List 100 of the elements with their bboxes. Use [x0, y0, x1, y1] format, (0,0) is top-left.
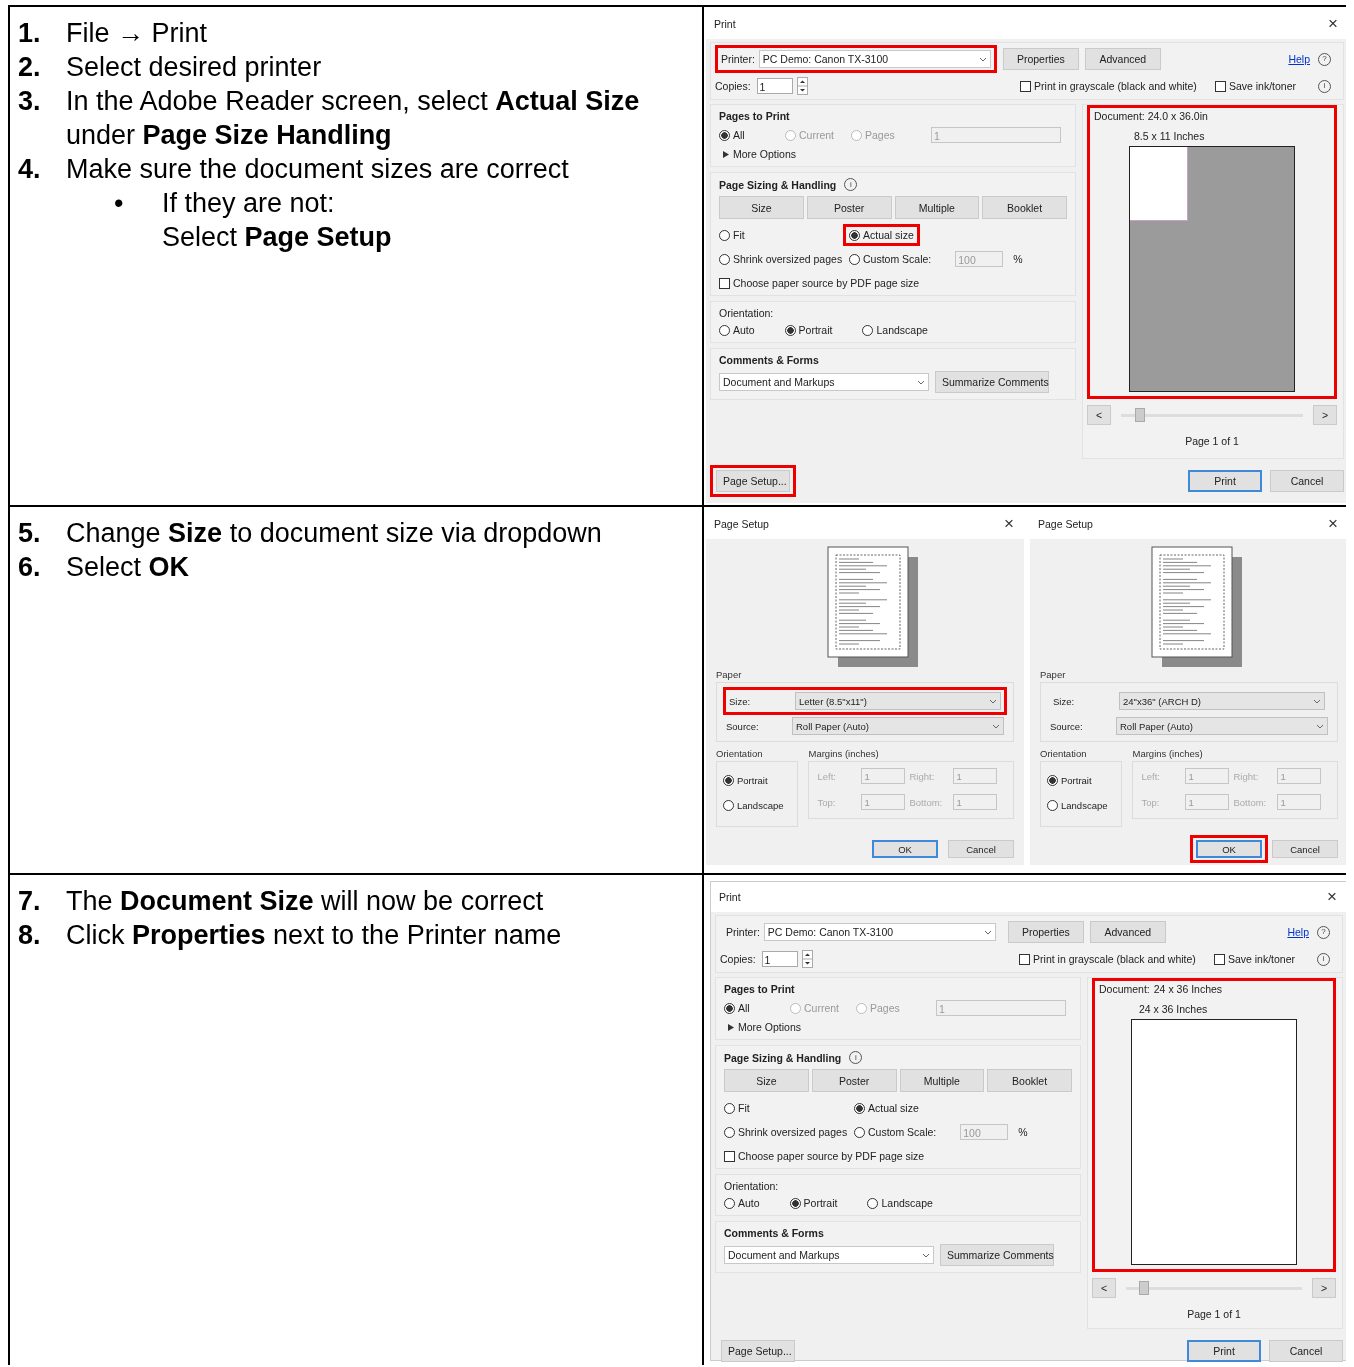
spinner-icon[interactable]: [801, 950, 813, 968]
close-button[interactable]: ×: [1328, 14, 1338, 34]
mode-button[interactable]: Multiple: [899, 1069, 985, 1092]
page-indicator: Page 1 of 1: [1186, 1308, 1242, 1320]
checkbox[interactable]: Choose paper source by PDF page size: [719, 277, 1053, 289]
copies-field[interactable]: 1: [756, 78, 793, 94]
field-label: Bottom:: [1233, 796, 1268, 808]
radio-button[interactable]: Auto: [719, 324, 755, 336]
help-link[interactable]: Help: [1287, 926, 1309, 938]
summarize-button[interactable]: Summarize Comments: [940, 1244, 1054, 1266]
step-text: Select OK: [66, 551, 191, 584]
checkbox[interactable]: Save ink/toner: [1214, 80, 1296, 92]
mode-button[interactable]: Poster: [806, 196, 892, 219]
chevron-icon: [922, 1252, 930, 1258]
radio-button[interactable]: Portrait: [784, 324, 833, 336]
close-button[interactable]: ×: [1328, 514, 1338, 534]
print-button[interactable]: Print: [1188, 470, 1262, 492]
ok-button[interactable]: OK: [872, 840, 938, 858]
section-title: Comments & Forms: [724, 1227, 825, 1239]
checkbox[interactable]: Save ink/toner: [1213, 953, 1295, 965]
radio-button[interactable]: Landscape: [723, 800, 784, 811]
radio-button[interactable]: Custom Scale:: [854, 1126, 937, 1138]
source-dropdown[interactable]: Roll Paper (Auto): [1116, 717, 1328, 735]
more-options-toggle[interactable]: More Options: [724, 1021, 1072, 1033]
next-page-button[interactable]: >: [1312, 1278, 1336, 1298]
chevron-icon: [992, 723, 1000, 729]
comments-dropdown[interactable]: Document and Markups: [719, 373, 929, 391]
more-options-toggle[interactable]: More Options: [719, 148, 1067, 160]
dialog-title: Page Setup: [1038, 518, 1093, 530]
cancel-button[interactable]: Cancel: [1272, 840, 1338, 858]
size-dropdown[interactable]: 24"x36" (ARCH D): [1119, 692, 1325, 710]
close-button[interactable]: ×: [1004, 514, 1014, 534]
field-label: Left:: [1141, 770, 1161, 782]
advanced-button[interactable]: Advanced: [1084, 48, 1161, 70]
ok-button[interactable]: OK: [1196, 840, 1262, 858]
printer-dropdown[interactable]: PC Demo: Canon TX-3100: [758, 50, 991, 68]
step-number: 8.: [18, 919, 42, 952]
section-title: Comments & Forms: [719, 354, 820, 366]
radio-button[interactable]: Landscape: [862, 324, 928, 336]
spinner-icon[interactable]: [796, 77, 808, 95]
print-button[interactable]: Print: [1187, 1340, 1261, 1362]
radio-button[interactable]: All: [724, 1002, 790, 1014]
chevron-icon: [917, 379, 925, 385]
document-size-label: Document: 24.0 x 36.0in: [1094, 110, 1208, 122]
radio-button[interactable]: Auto: [724, 1197, 760, 1209]
radio-button[interactable]: All: [719, 129, 785, 141]
help-link[interactable]: Help: [1288, 53, 1310, 65]
radio-button[interactable]: Actual size: [849, 229, 914, 241]
mode-button[interactable]: Poster: [811, 1069, 897, 1092]
slider-thumb[interactable]: [1139, 1281, 1150, 1295]
radio-button[interactable]: Shrink oversized pages: [724, 1126, 848, 1138]
page-setup-button[interactable]: Page Setup...: [716, 470, 790, 492]
section-label: Orientation:: [724, 1180, 780, 1192]
source-dropdown[interactable]: Roll Paper (Auto): [792, 717, 1004, 735]
close-button[interactable]: ×: [1327, 887, 1337, 907]
field-label: Size:: [1053, 695, 1076, 707]
radio-button[interactable]: Landscape: [867, 1197, 933, 1209]
mode-button[interactable]: Size: [724, 1069, 809, 1092]
field-label: Printer:: [721, 53, 755, 65]
radio-button[interactable]: Portrait: [1047, 775, 1108, 786]
properties-button[interactable]: Properties: [1002, 48, 1079, 70]
checkbox[interactable]: Choose paper source by PDF page size: [724, 1150, 1058, 1162]
size-dropdown[interactable]: Letter (8.5"x11"): [795, 692, 1001, 710]
step-number: 5.: [18, 517, 42, 550]
properties-button[interactable]: Properties: [1007, 921, 1084, 943]
checkbox[interactable]: Print in grayscale (black and white): [1020, 80, 1197, 92]
radio-button[interactable]: Fit: [719, 229, 745, 241]
cancel-button[interactable]: Cancel: [948, 840, 1014, 858]
mode-button[interactable]: Booklet: [982, 196, 1067, 219]
cancel-button[interactable]: Cancel: [1269, 1340, 1343, 1362]
field-label: Top:: [817, 796, 837, 808]
dialog-title: Print: [719, 891, 741, 903]
next-page-button[interactable]: >: [1313, 405, 1337, 425]
radio-button[interactable]: Custom Scale:: [849, 253, 932, 265]
mode-button[interactable]: Size: [719, 196, 804, 219]
radio-button[interactable]: Fit: [724, 1102, 750, 1114]
advanced-button[interactable]: Advanced: [1089, 921, 1166, 943]
checkbox[interactable]: Print in grayscale (black and white): [1019, 953, 1196, 965]
summarize-button[interactable]: Summarize Comments: [935, 371, 1049, 393]
dialog-title: Print: [714, 18, 736, 30]
printer-dropdown[interactable]: PC Demo: Canon TX-3100: [763, 923, 996, 941]
chevron-icon: [989, 698, 997, 704]
group-label: Orientation: [716, 748, 764, 759]
radio-button[interactable]: Actual size: [854, 1102, 919, 1114]
comments-dropdown[interactable]: Document and Markups: [724, 1246, 934, 1264]
radio-button[interactable]: Shrink oversized pages: [719, 253, 843, 265]
previous-page-button[interactable]: <: [1087, 405, 1111, 425]
document-size-label: Document:: [1099, 983, 1150, 995]
mode-button[interactable]: Booklet: [987, 1069, 1072, 1092]
copies-field[interactable]: 1: [761, 951, 798, 967]
slider-thumb[interactable]: [1134, 408, 1145, 422]
section-title: Pages to Print: [724, 983, 796, 995]
step-text: Select desired printer: [66, 51, 323, 84]
previous-page-button[interactable]: <: [1092, 1278, 1116, 1298]
cancel-button[interactable]: Cancel: [1270, 470, 1344, 492]
radio-button[interactable]: Landscape: [1047, 800, 1108, 811]
radio-button[interactable]: Portrait: [789, 1197, 838, 1209]
mode-button[interactable]: Multiple: [894, 196, 980, 219]
radio-button[interactable]: Portrait: [723, 775, 784, 786]
page-setup-button[interactable]: Page Setup...: [721, 1340, 795, 1362]
